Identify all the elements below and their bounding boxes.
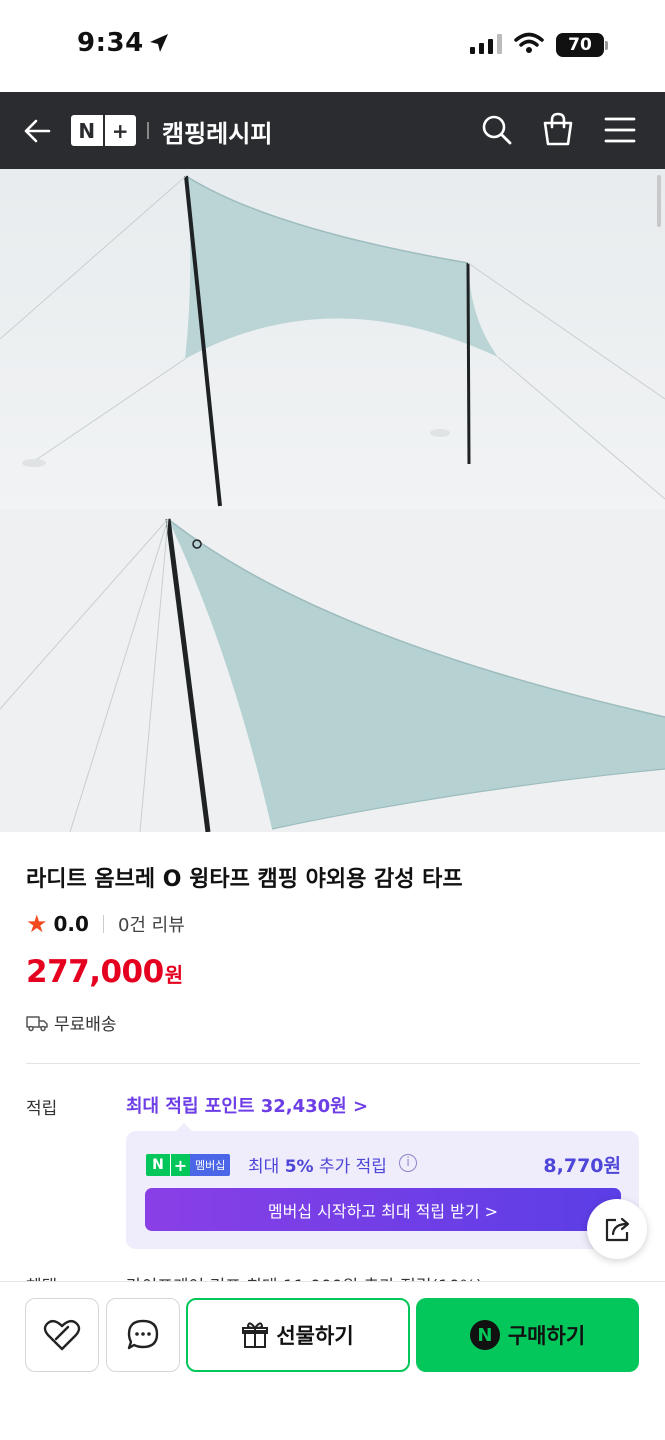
search-icon[interactable]	[481, 114, 513, 146]
price-value: 277,000	[26, 954, 164, 990]
offer-prefix: 최대	[248, 1157, 285, 1177]
product-price: 277,000원	[26, 954, 183, 990]
offer-percent: 5%	[284, 1157, 314, 1177]
buy-button[interactable]: N 구매하기	[416, 1298, 639, 1372]
shopping-bag-icon[interactable]	[541, 111, 575, 147]
rating-divider	[102, 915, 104, 933]
image-scroll-indicator	[657, 175, 661, 227]
chat-button[interactable]	[106, 1298, 180, 1372]
badge-n: N	[146, 1154, 170, 1176]
chat-icon	[127, 1319, 159, 1350]
delivery-truck-icon	[26, 1015, 48, 1031]
location-arrow-icon	[150, 34, 168, 52]
share-icon	[605, 1217, 630, 1242]
shipping-text: 무료배송	[54, 1015, 117, 1035]
gift-button[interactable]: 선물하기	[186, 1298, 410, 1372]
logo-n: N	[78, 118, 96, 143]
membership-amount: 8,770원	[543, 1155, 621, 1177]
back-arrow-icon[interactable]	[22, 116, 52, 146]
shipping-info: 무료배송	[26, 1010, 117, 1035]
product-title: 라디트 옴브레 O 윙타프 캠핑 야외용 감성 타프	[26, 867, 463, 892]
app-header: N + 캠핑레시피	[0, 92, 665, 169]
tarp-photo	[0, 169, 665, 832]
price-unit: 원	[164, 963, 184, 987]
naver-plus-logo[interactable]: N +	[71, 115, 136, 146]
wishlist-button[interactable]	[25, 1298, 99, 1372]
product-image[interactable]	[0, 169, 665, 832]
buy-label: 구매하기	[507, 1324, 586, 1348]
review-count[interactable]: 0건 리뷰	[118, 911, 185, 937]
membership-offer: 최대 5% 추가 적립	[248, 1152, 387, 1177]
battery-cap	[605, 41, 608, 50]
membership-start-button[interactable]: 멤버십 시작하고 최대 적립 받기 >	[145, 1188, 621, 1231]
naver-membership-badge: N + 멤버십	[146, 1154, 231, 1176]
heart-icon	[43, 1319, 81, 1351]
status-time: 9:34	[77, 28, 144, 58]
status-bar: 9:34 70	[0, 0, 665, 92]
badge-plus: +	[170, 1154, 190, 1176]
rating-score: 0.0	[53, 912, 89, 936]
membership-points-card: N + 멤버십 최대 5% 추가 적립 i 8,770원 멤버십 시작하고 최대…	[126, 1123, 639, 1249]
share-button[interactable]	[587, 1199, 647, 1259]
hamburger-menu-icon[interactable]	[604, 116, 636, 144]
store-name[interactable]: 캠핑레시피	[162, 114, 272, 149]
rating-row[interactable]: ★ 0.0 0건 리뷰	[26, 910, 185, 938]
naver-pay-icon: N	[469, 1320, 500, 1350]
points-label: 적립	[26, 1099, 58, 1119]
star-icon: ★	[26, 910, 48, 938]
section-divider	[26, 1063, 640, 1064]
battery-indicator: 70	[556, 33, 604, 57]
offer-suffix: 추가 적립	[313, 1157, 387, 1177]
logo-plus: +	[111, 118, 129, 143]
card-pointer	[176, 1123, 192, 1131]
header-divider	[147, 122, 149, 139]
wifi-icon	[514, 32, 544, 53]
cellular-signal-icon	[470, 34, 502, 54]
gift-label: 선물하기	[276, 1324, 354, 1348]
gift-icon	[242, 1322, 269, 1348]
info-icon[interactable]: i	[399, 1154, 417, 1172]
bottom-action-bar: 선물하기 N 구매하기	[0, 1281, 665, 1440]
max-points-link[interactable]: 최대 적립 포인트 32,430원 >	[126, 1092, 368, 1118]
badge-membership: 멤버십	[190, 1154, 231, 1176]
